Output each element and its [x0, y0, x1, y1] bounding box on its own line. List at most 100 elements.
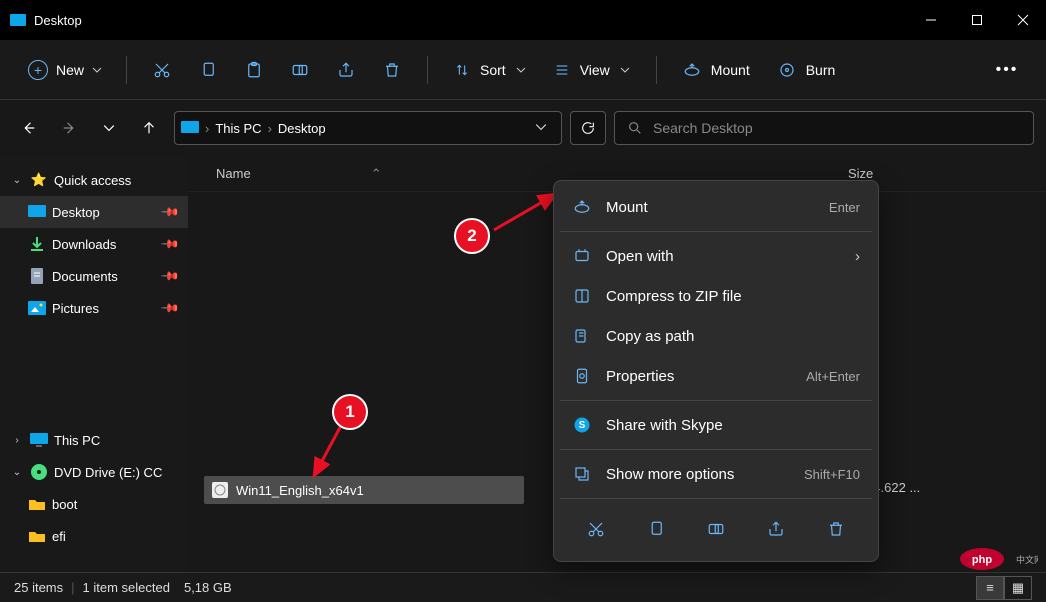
sidebar-item-boot[interactable]: boot — [0, 488, 188, 520]
pictures-icon — [28, 299, 46, 317]
paste-button[interactable] — [233, 52, 275, 88]
ctx-more[interactable]: Show more options Shift+F10 — [560, 454, 872, 494]
copy-button[interactable] — [187, 52, 229, 88]
refresh-button[interactable] — [570, 111, 606, 145]
mount-button[interactable]: Mount — [671, 55, 762, 85]
ctx-skype[interactable]: S Share with Skype — [560, 405, 872, 445]
breadcrumb-seg-thispc[interactable]: This PC — [215, 121, 261, 136]
sidebar-item-downloads[interactable]: Downloads 📌 — [0, 228, 188, 260]
sort-indicator-icon: ⌃ — [371, 166, 381, 182]
ctx-copy-path[interactable]: Copy as path — [560, 316, 872, 356]
new-label: New — [56, 62, 84, 78]
burn-button[interactable]: Burn — [766, 55, 848, 85]
star-icon: ⭐ — [30, 171, 48, 189]
grid-view-button[interactable]: ▦ — [1004, 576, 1032, 600]
iso-icon — [212, 482, 228, 498]
separator — [560, 498, 872, 499]
minimize-button[interactable] — [908, 4, 954, 36]
window-title: Desktop — [34, 13, 82, 28]
search-input[interactable]: Search Desktop — [614, 111, 1034, 145]
open-with-icon — [572, 246, 592, 266]
back-button[interactable] — [12, 111, 46, 145]
watermark: php中文网 — [958, 546, 1038, 572]
skype-icon: S — [572, 415, 592, 435]
document-icon — [28, 267, 46, 285]
details-view-button[interactable]: ≡ — [976, 576, 1004, 600]
svg-text:S: S — [579, 420, 586, 431]
status-selected: 1 item selected — [83, 580, 170, 595]
sidebar-item-documents[interactable]: Documents 📌 — [0, 260, 188, 292]
chevron-down-icon — [516, 65, 526, 75]
chevron-down-icon — [620, 65, 630, 75]
view-label: View — [580, 62, 610, 78]
breadcrumb-seg-desktop[interactable]: Desktop — [278, 121, 326, 136]
more-button[interactable]: ••• — [986, 52, 1028, 88]
breadcrumb-dropdown[interactable] — [527, 121, 555, 136]
sidebar-item-efi[interactable]: efi — [0, 520, 188, 552]
window-controls — [908, 4, 1046, 36]
ctx-rename[interactable] — [696, 511, 736, 547]
view-button[interactable]: View — [542, 56, 642, 84]
sidebar-item-thispc[interactable]: › This PC — [0, 424, 188, 456]
bc-separator: › — [268, 121, 272, 136]
mount-icon — [572, 197, 592, 217]
sort-button[interactable]: Sort — [442, 56, 538, 84]
monitor-icon — [181, 121, 199, 135]
ctx-quick-actions — [560, 503, 872, 555]
recent-button[interactable] — [92, 111, 126, 145]
ctx-copy[interactable] — [636, 511, 676, 547]
separator — [126, 56, 127, 84]
sidebar-item-dvd[interactable]: ⌄ DVD Drive (E:) CC — [0, 456, 188, 488]
column-size[interactable]: Size — [848, 166, 873, 181]
search-placeholder: Search Desktop — [653, 120, 753, 136]
dvd-icon — [30, 463, 48, 481]
pc-icon — [30, 431, 48, 449]
ctx-compress[interactable]: Compress to ZIP file — [560, 276, 872, 316]
copy-path-icon — [572, 326, 592, 346]
ctx-mount[interactable]: Mount Enter — [560, 187, 872, 227]
sidebar-item-pictures[interactable]: Pictures 📌 — [0, 292, 188, 324]
view-icon — [554, 62, 570, 78]
new-button[interactable]: + New — [18, 54, 112, 86]
ctx-cut[interactable] — [576, 511, 616, 547]
up-button[interactable] — [132, 111, 166, 145]
ctx-open-with[interactable]: Open with › — [560, 236, 872, 276]
callout-1: 1 — [332, 394, 368, 430]
forward-button[interactable] — [52, 111, 86, 145]
rename-button[interactable] — [279, 52, 321, 88]
ctx-delete[interactable] — [816, 511, 856, 547]
titlebar: Desktop — [0, 0, 1046, 40]
ctx-share[interactable] — [756, 511, 796, 547]
chevron-down-icon: ⌄ — [10, 175, 24, 186]
maximize-button[interactable] — [954, 4, 1000, 36]
context-menu: Mount Enter Open with › Compress to ZIP … — [553, 180, 879, 562]
search-icon — [627, 120, 643, 136]
column-name[interactable]: Name ⌃ — [216, 166, 526, 182]
navbar: › This PC › Desktop Search Desktop — [0, 100, 1046, 156]
sidebar-item-desktop[interactable]: Desktop 📌 — [0, 196, 188, 228]
share-button[interactable] — [325, 52, 367, 88]
explorer-icon — [10, 12, 26, 28]
chevron-right-icon: › — [855, 248, 860, 265]
properties-icon — [572, 366, 592, 386]
separator — [560, 449, 872, 450]
status-size: 5,18 GB — [184, 580, 232, 595]
close-button[interactable] — [1000, 4, 1046, 36]
desktop-icon — [28, 203, 46, 221]
cut-button[interactable] — [141, 52, 183, 88]
separator — [427, 56, 428, 84]
status-count: 25 items — [14, 580, 63, 595]
mount-label: Mount — [711, 62, 750, 78]
chevron-down-icon: ⌄ — [10, 467, 24, 478]
download-icon — [28, 235, 46, 253]
zip-icon — [572, 286, 592, 306]
ctx-properties[interactable]: Properties Alt+Enter — [560, 356, 872, 396]
breadcrumb[interactable]: › This PC › Desktop — [174, 111, 562, 145]
more-icon — [572, 464, 592, 484]
pin-icon: 📌 — [160, 266, 180, 286]
svg-text:中文网: 中文网 — [1016, 554, 1038, 565]
sidebar-item-quick-access[interactable]: ⌄ ⭐ Quick access — [0, 164, 188, 196]
burn-label: Burn — [806, 62, 836, 78]
toolbar: + New Sort View Mount Burn ••• — [0, 40, 1046, 100]
delete-button[interactable] — [371, 52, 413, 88]
